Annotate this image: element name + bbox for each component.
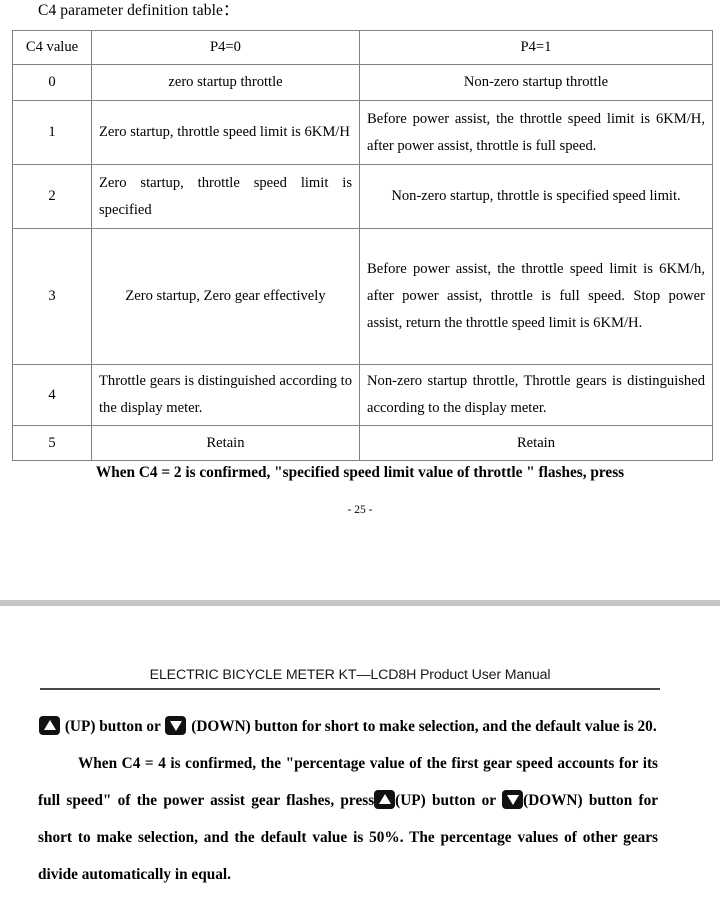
cell-c4-value: 1 [12,100,92,165]
page-number: - 25 - [347,504,373,516]
cell-p4-1: Non-zero startup, throttle is specified … [359,164,713,229]
c4-parameter-definition-table: C4 value P4=0 P4=1 0 zero startup thrott… [12,30,713,461]
table-caption: C4 parameter definition table： [38,2,239,19]
cell-p4-0: Zero startup, throttle speed limit is sp… [91,164,360,229]
table-header-row: C4 value P4=0 P4=1 [12,30,713,65]
cell-p4-1: Before power assist, the throttle speed … [359,100,713,165]
up-button-label-2: (UP) button or [395,792,496,809]
cell-p4-1: Retain [359,425,713,461]
column-header-p4-1: P4=1 [359,30,713,65]
table-footnote: When C4 = 2 is confirmed, "specified spe… [95,464,625,481]
cell-c4-value: 0 [12,64,92,101]
table-row: 1 Zero startup, throttle speed limit is … [12,100,713,165]
down-triangle-key-icon [165,716,187,735]
table-row: 4 Throttle gears is distinguished accord… [12,364,713,426]
body-text-block: (UP) button or (DOWN) button for short t… [38,708,658,893]
paragraph-c4-4: When C4 = 4 is confirmed, the "percentag… [38,745,658,893]
down-button-label-1: (DOWN) button for short to make selectio… [191,718,657,735]
cell-c4-value: 2 [12,164,92,229]
cell-c4-value: 5 [12,425,92,461]
table-row: 2 Zero startup, throttle speed limit is … [12,164,713,229]
table-row: 3 Zero startup, Zero gear effectively Be… [12,228,713,365]
column-header-p4-0: P4=0 [91,30,360,65]
up-triangle-key-icon [374,790,396,809]
cell-p4-0: zero startup throttle [91,64,360,101]
cell-c4-value: 4 [12,364,92,426]
header-rule [40,688,660,690]
cell-p4-0: Zero startup, Zero gear effectively [91,228,360,365]
document-page-1: C4 parameter definition table： C4 value … [0,0,720,595]
cell-c4-value: 3 [12,228,92,365]
document-page-2: ELECTRIC BICYCLE METER KT—LCD8H Product … [0,606,720,911]
cell-p4-1: Non-zero startup throttle, Throttle gear… [359,364,713,426]
cell-p4-0: Zero startup, throttle speed limit is 6K… [91,100,360,165]
cell-p4-1: Non-zero startup throttle [359,64,713,101]
table-row: 5 Retain Retain [12,425,713,461]
column-header-c4-value: C4 value [12,30,92,65]
down-triangle-key-icon [502,790,524,809]
up-button-label-1: (UP) button or [64,718,161,735]
running-header-title: ELECTRIC BICYCLE METER KT—LCD8H Product … [149,667,551,683]
cell-p4-0: Throttle gears is distinguished accordin… [91,364,360,426]
paragraph-c4-2-continued: (UP) button or (DOWN) button for short t… [38,708,658,745]
cell-p4-0: Retain [91,425,360,461]
table-row: 0 zero startup throttle Non-zero startup… [12,64,713,101]
up-triangle-key-icon [39,716,60,735]
cell-p4-1: Before power assist, the throttle speed … [359,228,713,365]
